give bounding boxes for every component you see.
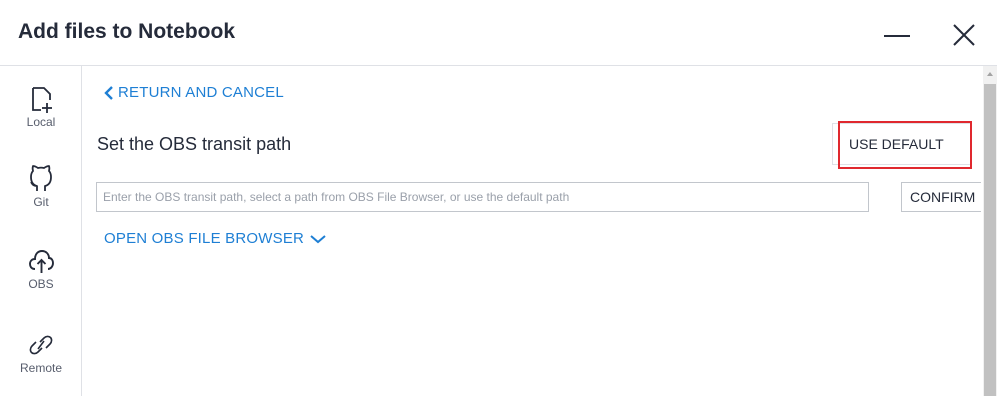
minimize-button[interactable] <box>880 14 916 54</box>
title-bar: Add files to Notebook <box>0 0 997 66</box>
section-title: Set the OBS transit path <box>97 134 292 154</box>
sidebar-item-label: Local <box>26 115 56 129</box>
file-add-icon <box>32 87 52 113</box>
link-icon <box>29 335 53 355</box>
dialog-title: Add files to Notebook <box>18 20 235 43</box>
use-default-button[interactable]: USE DEFAULT <box>832 123 972 165</box>
cloud-upload-icon <box>29 250 54 273</box>
confirm-button[interactable]: CONFIRM <box>901 182 981 212</box>
source-sidebar: Local Git OBS Remote <box>0 66 82 396</box>
chevron-left-icon <box>104 85 113 100</box>
sidebar-item-git[interactable]: Git <box>0 164 82 236</box>
chevron-down-icon <box>310 234 326 243</box>
github-icon <box>30 165 52 191</box>
obs-path-input[interactable] <box>96 182 869 212</box>
sidebar-item-label: OBS <box>28 277 54 291</box>
minimize-icon <box>884 35 910 37</box>
open-obs-file-browser-link[interactable]: OPEN OBS FILE BROWSER <box>104 230 326 247</box>
scroll-thumb[interactable] <box>984 84 996 396</box>
close-icon <box>953 24 975 46</box>
main-panel: RETURN AND CANCEL Set the OBS transit pa… <box>83 66 983 396</box>
open-browser-label: OPEN OBS FILE BROWSER <box>104 230 305 247</box>
sidebar-item-local[interactable]: Local <box>0 84 82 156</box>
scroll-up-arrow[interactable] <box>983 66 997 82</box>
sidebar-item-obs[interactable]: OBS <box>0 246 82 318</box>
sidebar-item-label: Remote <box>19 361 63 375</box>
close-button[interactable] <box>946 14 982 54</box>
sidebar-item-label: Git <box>33 195 49 209</box>
vertical-scrollbar[interactable] <box>983 66 997 396</box>
return-label: RETURN AND CANCEL <box>118 84 284 101</box>
triangle-up-icon <box>987 72 993 76</box>
sidebar-item-remote[interactable]: Remote <box>0 330 82 402</box>
return-and-cancel-link[interactable]: RETURN AND CANCEL <box>104 84 284 101</box>
